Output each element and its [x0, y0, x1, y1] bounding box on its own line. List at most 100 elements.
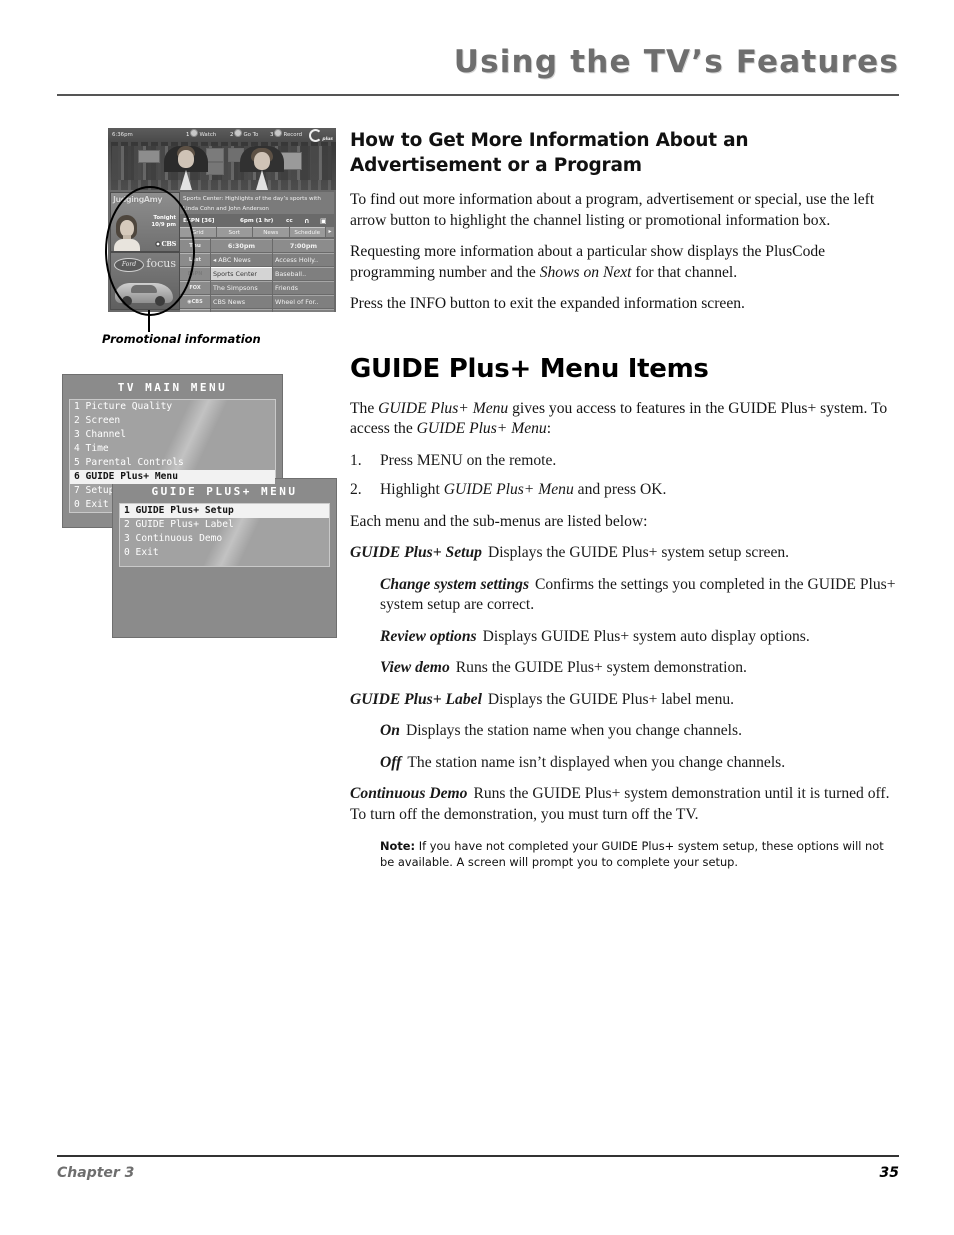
definition-term: Change system settings — [380, 575, 530, 593]
studio-monitor — [138, 150, 160, 163]
grid-slot1-header: 6:30pm — [211, 239, 272, 252]
definition-term: View demo — [380, 659, 450, 676]
definition-guide-plus-setup: GUIDE Plus+ Setup Displays the GUIDE Plus… — [350, 543, 898, 564]
grid-cell[interactable]: CBS News — [211, 295, 272, 308]
definition-term: Review options — [380, 627, 477, 645]
grid-header-row: Thu 6:30pm 7:00pm — [180, 239, 334, 252]
radio-dot-icon — [274, 129, 283, 137]
paragraph-info-button: Press the INFO button to exit the expand… — [350, 295, 745, 312]
menu-item-continuous-demo[interactable]: 3 Continuous Demo — [120, 532, 329, 546]
studio-monitor — [206, 162, 224, 175]
note-box: Note: If you have not completed your GUI… — [380, 839, 898, 870]
definition-desc: Runs the GUIDE Plus+ system demonstratio… — [455, 659, 747, 676]
menu-item-time[interactable]: 4 Time — [70, 442, 275, 456]
menu-item-screen[interactable]: 2 Screen — [70, 414, 275, 428]
definition-guide-plus-label: GUIDE Plus+ Label Displays the GUIDE Plus… — [350, 690, 898, 711]
grid-cell[interactable]: The Simpsons — [211, 281, 272, 294]
header-rule — [57, 94, 899, 96]
menu-item-picture-quality[interactable]: 1 Picture Quality — [70, 400, 275, 414]
news-anchor-male — [164, 146, 208, 190]
intro-italic-1: GUIDE Plus+ Menu — [378, 399, 509, 417]
definition-continuous-demo: Continuous Demo Runs the GUIDE Plus+ syst… — [350, 784, 898, 825]
page-title: Using the TV’s Features — [453, 44, 899, 80]
guide-plus-circle-icon — [309, 129, 323, 142]
grid-cell[interactable]: Extra — [273, 309, 334, 312]
shows-on-next-italic: Shows on Next — [539, 263, 632, 281]
footer-page-number: 35 — [879, 1165, 899, 1181]
definition-term: On — [380, 722, 400, 739]
grid-cell[interactable]: NBC News — [211, 309, 272, 312]
channel-logo-nbc[interactable]: NBC — [180, 309, 210, 312]
guide-option-goto[interactable]: 2 Go To — [230, 128, 258, 142]
menu-item-exit[interactable]: 0 Exit — [120, 546, 329, 560]
grid-cell[interactable]: Wheel of For.. — [273, 295, 334, 308]
step-number: 1. — [350, 451, 362, 469]
definition-change-system-settings: Change system settings Confirms the setti… — [380, 575, 898, 616]
tab-schedule[interactable]: Schedule — [289, 227, 325, 237]
definition-term: GUIDE Plus+ Setup — [350, 544, 482, 561]
definition-on: On Displays the station name when you cha… — [380, 721, 898, 742]
main-content: How to Get More Information About an Adv… — [350, 128, 898, 870]
tab-sort[interactable]: Sort — [216, 227, 252, 237]
step-number: 2. — [350, 481, 362, 498]
rating-box-icon: ▣ — [320, 217, 327, 225]
guide-option-record-num: 3 — [270, 132, 274, 138]
grid-cell-selected[interactable]: Sports Center — [211, 267, 272, 280]
guide-clock: 6:36pm — [112, 132, 133, 138]
grid-cell[interactable]: Baseball.. — [273, 267, 334, 280]
definition-term: GUIDE Plus+ Label — [350, 690, 482, 708]
studio-monitor — [206, 148, 224, 162]
menu-item-parental-controls[interactable]: 5 Parental Controls — [70, 456, 275, 470]
radio-dot-icon — [190, 129, 199, 137]
guide-option-record-label: Record — [283, 132, 303, 138]
guide-option-watch-num: 1 — [186, 132, 190, 138]
step-text-b: and press OK. — [573, 481, 667, 498]
headphone-icon: ∩ — [304, 217, 310, 225]
program-description: Sports Center: Highlights of the day’s s… — [180, 192, 334, 214]
guide-plus-menu: GUIDE PLUS+ MENU 1 GUIDE Plus+ Setup 2 G… — [112, 478, 337, 638]
menu-item-guide-plus-menu[interactable]: 6 GUIDE Plus+ Menu — [70, 470, 275, 484]
channel-logo-cbs[interactable]: ◉CBS — [180, 295, 210, 308]
page-footer: Chapter 3 35 — [57, 1155, 899, 1185]
section-heading-menu-items: GUIDE Plus+ Menu Items — [350, 353, 709, 384]
callout-ellipse — [105, 186, 195, 316]
footer-rule — [57, 1155, 899, 1157]
guide-option-record[interactable]: 3 Record — [270, 128, 302, 142]
definition-desc: Displays the GUIDE Plus+ label menu. — [487, 690, 735, 708]
program-grid: Thu 6:30pm 7:00pm Last ◂ ABC News Access… — [180, 239, 334, 312]
guide-option-watch[interactable]: 1 Watch — [186, 128, 216, 142]
definition-term: Off — [380, 753, 402, 771]
closed-caption-label: cc — [286, 218, 293, 224]
definition-desc: The station name isn’t displayed when yo… — [407, 753, 786, 771]
list-item: 1. Press MENU on the remote. — [350, 451, 898, 472]
note-text: If you have not completed your GUIDE Plu… — [380, 839, 884, 869]
table-row: ◉CBS CBS News Wheel of For.. — [180, 295, 334, 308]
tabs-next-arrow-icon[interactable]: ▸ — [326, 227, 334, 237]
grid-cell[interactable]: ◂ ABC News — [211, 253, 272, 266]
callout-leader-line — [148, 310, 150, 332]
step-text-italic: GUIDE Plus+ Menu — [443, 481, 574, 498]
table-row: ESPN Sports Center Baseball.. — [180, 267, 334, 280]
figure-caption: Promotional information — [102, 332, 261, 346]
tab-news[interactable]: News — [253, 227, 289, 237]
definition-term: Continuous Demo — [350, 785, 468, 802]
guide-listings-panel: Sports Center: Highlights of the day’s s… — [180, 192, 334, 312]
table-row: FOX The Simpsons Friends — [180, 281, 334, 294]
menu-item-guide-plus-label[interactable]: 2 GUIDE Plus+ Label — [120, 518, 329, 532]
page-header: Using the TV’s Features — [57, 44, 899, 96]
menu-item-guide-plus-setup[interactable]: 1 GUIDE Plus+ Setup — [120, 504, 329, 518]
definition-off: Off The station name isn’t displayed when… — [380, 753, 898, 774]
guide-option-goto-num: 2 — [230, 132, 234, 138]
intro-italic-2: GUIDE Plus+ Menu — [416, 420, 547, 437]
guide-tabs: Grid Sort News Schedule ▸ — [180, 227, 334, 237]
step-text-a: Highlight — [380, 481, 444, 498]
guide-option-goto-label: Go To — [243, 132, 259, 138]
grid-cell[interactable]: Friends — [273, 281, 334, 294]
guide-option-watch-label: Watch — [199, 132, 217, 138]
menu-item-channel[interactable]: 3 Channel — [70, 428, 275, 442]
tv-main-menu-title: TV MAIN MENU — [117, 381, 228, 394]
grid-cell[interactable]: Access Holly.. — [273, 253, 334, 266]
paragraph-pluscode: Requesting more information about a part… — [350, 242, 898, 283]
paragraph-lead-in: Each menu and the sub-menus are listed b… — [350, 512, 648, 530]
list-item: 2. Highlight GUIDE Plus+ Menu and press O… — [350, 480, 898, 501]
